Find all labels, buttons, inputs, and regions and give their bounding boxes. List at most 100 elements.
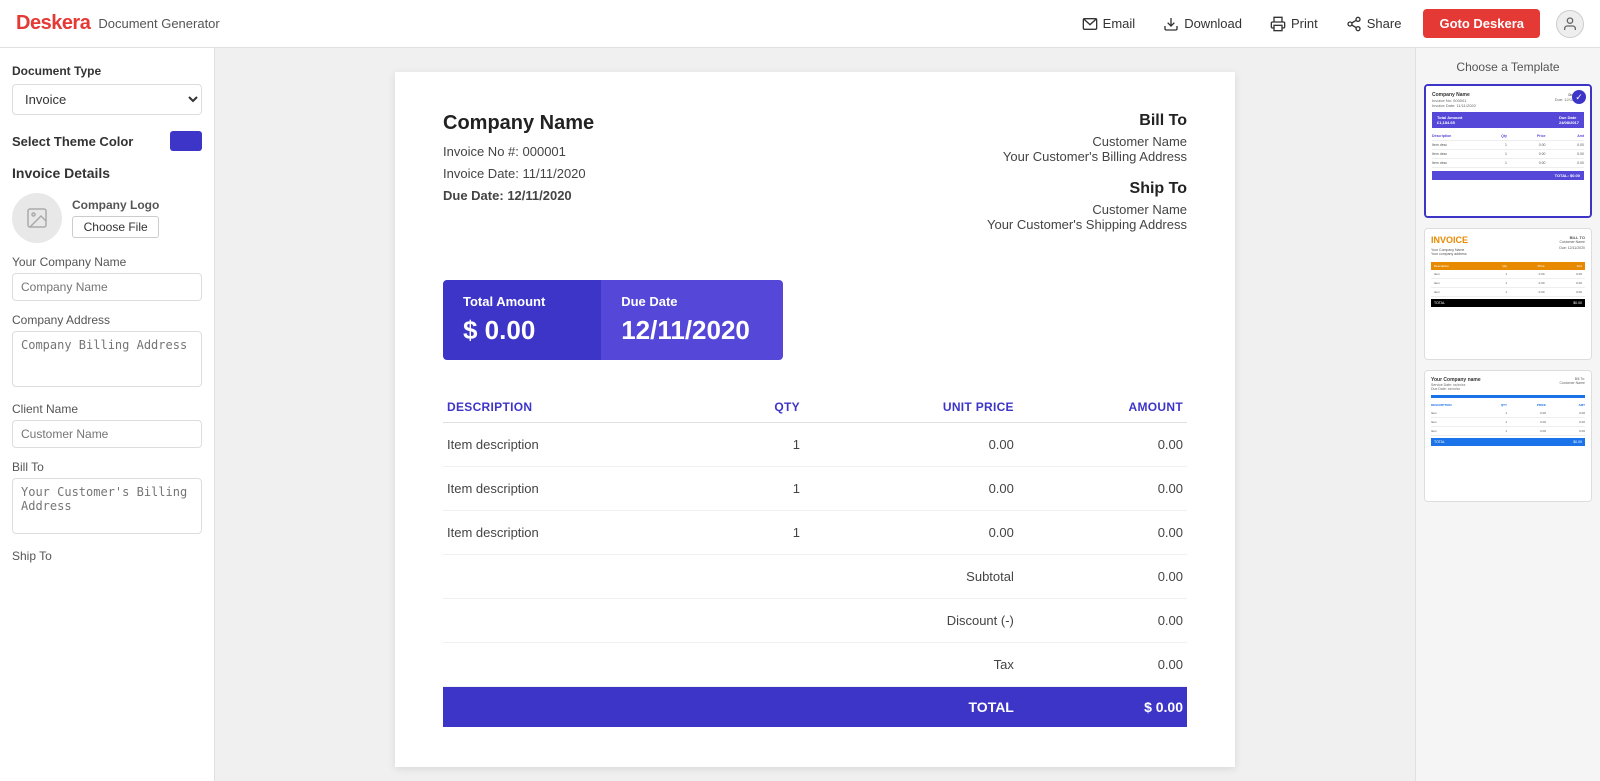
invoice-date-value: 11/11/2020 xyxy=(523,166,586,181)
company-address-group: Company Address xyxy=(12,313,202,390)
ship-to-address: Your Customer's Shipping Address xyxy=(987,217,1187,232)
ship-to-label: Ship To xyxy=(12,549,202,563)
client-name-group: Client Name xyxy=(12,402,202,448)
company-name-input[interactable] xyxy=(12,273,202,301)
table-row: Item description 1 0.00 0.00 xyxy=(443,511,1187,555)
col-qty: QTY xyxy=(713,392,804,423)
company-address-textarea[interactable] xyxy=(12,331,202,387)
share-icon xyxy=(1346,16,1362,32)
total-final-row: TOTAL $ 0.00 xyxy=(443,687,1187,728)
row1-unit-price: 0.00 xyxy=(804,423,1018,467)
choose-template-label: Choose a Template xyxy=(1424,60,1592,74)
row2-unit-price: 0.00 xyxy=(804,467,1018,511)
invoice-table: DESCRIPTION QTY UNIT PRICE AMOUNT Item d… xyxy=(443,392,1187,727)
ship-to-group: Ship To xyxy=(12,549,202,563)
selected-check-icon: ✓ xyxy=(1572,90,1586,104)
bill-to-heading: Bill To xyxy=(987,112,1187,130)
choose-file-button[interactable]: Choose File xyxy=(72,216,159,238)
email-button[interactable]: Email xyxy=(1076,12,1142,36)
banner-total-value: $ 0.00 xyxy=(463,315,581,346)
right-sidebar: Choose a Template Company Name Invoice N… xyxy=(1415,48,1600,781)
invoice-meta: Invoice No #: 000001 Invoice Date: 11/11… xyxy=(443,141,594,207)
share-button[interactable]: Share xyxy=(1340,12,1408,36)
banner-due-date: Due Date 12/11/2020 xyxy=(601,280,783,360)
tax-row: Tax 0.00 xyxy=(443,643,1187,687)
row1-description: Item description xyxy=(443,423,713,467)
invoice-top: Company Name Invoice No #: 000001 Invoic… xyxy=(443,112,1187,248)
company-name-group: Your Company Name xyxy=(12,255,202,301)
invoice-company-name: Company Name xyxy=(443,112,594,135)
email-icon xyxy=(1082,16,1098,32)
row3-unit-price: 0.00 xyxy=(804,511,1018,555)
logo-right: Company Logo Choose File xyxy=(72,198,159,238)
logo-area: Deskera Document Generator xyxy=(16,12,220,35)
logo-upload-label: Company Logo xyxy=(72,198,159,212)
bill-to-textarea[interactable] xyxy=(12,478,202,534)
row1-amount: 0.00 xyxy=(1018,423,1187,467)
invoice-due-date-line: Due Date: 12/11/2020 xyxy=(443,185,594,207)
tax-value: 0.00 xyxy=(1018,643,1187,687)
logo-circle xyxy=(12,193,62,243)
ship-to-name: Customer Name xyxy=(987,202,1187,217)
invoice-no-line: Invoice No #: 000001 xyxy=(443,141,594,163)
image-placeholder-icon xyxy=(25,206,49,230)
invoice-date-label: Invoice Date: xyxy=(443,166,519,181)
row3-description: Item description xyxy=(443,511,713,555)
download-button[interactable]: Download xyxy=(1157,12,1248,36)
banner-total-amount: Total Amount $ 0.00 xyxy=(443,280,601,360)
row1-qty: 1 xyxy=(713,423,804,467)
table-row: Item description 1 0.00 0.00 xyxy=(443,423,1187,467)
subtotal-value: 0.00 xyxy=(1018,555,1187,599)
discount-value: 0.00 xyxy=(1018,599,1187,643)
bill-to-section: Bill To Customer Name Your Customer's Bi… xyxy=(987,112,1187,164)
invoice-details-label: Invoice Details xyxy=(12,165,202,181)
client-name-input[interactable] xyxy=(12,420,202,448)
document-type-group: Document Type Invoice Quote Purchase Ord… xyxy=(12,64,202,115)
total-final-label: TOTAL xyxy=(804,687,1018,728)
bill-to-label: Bill To xyxy=(12,460,202,474)
total-final-value: $ 0.00 xyxy=(1018,687,1187,728)
invoice-preview-area: Company Name Invoice No #: 000001 Invoic… xyxy=(215,48,1415,781)
discount-row: Discount (-) 0.00 xyxy=(443,599,1187,643)
invoice-paper: Company Name Invoice No #: 000001 Invoic… xyxy=(395,72,1235,767)
subtotal-row: Subtotal 0.00 xyxy=(443,555,1187,599)
template-preview-3: Your Company name Service Date: xx/xx/xx… xyxy=(1425,371,1591,501)
download-icon xyxy=(1163,16,1179,32)
template-card-1[interactable]: Company Name Invoice No: 000001Invoice D… xyxy=(1424,84,1592,218)
user-icon xyxy=(1562,16,1578,32)
row3-qty: 1 xyxy=(713,511,804,555)
document-type-label: Document Type xyxy=(12,64,202,78)
template-card-2[interactable]: INVOICE Your Company NameYour company ad… xyxy=(1424,228,1592,360)
document-type-select[interactable]: Invoice Quote Purchase Order xyxy=(12,84,202,115)
theme-color-swatch[interactable] xyxy=(170,131,202,151)
subtotal-label: Subtotal xyxy=(804,555,1018,599)
due-date-value: 12/11/2020 xyxy=(507,188,571,203)
template-preview-1: Company Name Invoice No: 000001Invoice D… xyxy=(1426,86,1590,216)
print-button[interactable]: Print xyxy=(1264,12,1324,36)
left-sidebar: Document Type Invoice Quote Purchase Ord… xyxy=(0,48,215,781)
bill-to-address: Your Customer's Billing Address xyxy=(987,149,1187,164)
user-avatar[interactable] xyxy=(1556,10,1584,38)
client-name-label: Client Name xyxy=(12,402,202,416)
app-subtitle: Document Generator xyxy=(98,16,219,31)
bill-to-name: Customer Name xyxy=(987,134,1187,149)
header-actions: Email Download Print Share Goto Deskera xyxy=(1076,9,1584,38)
company-address-label: Company Address xyxy=(12,313,202,327)
table-header-row: DESCRIPTION QTY UNIT PRICE AMOUNT xyxy=(443,392,1187,423)
ship-to-section: Ship To Customer Name Your Customer's Sh… xyxy=(987,180,1187,232)
goto-deskera-button[interactable]: Goto Deskera xyxy=(1423,9,1540,38)
invoice-date-line: Invoice Date: 11/11/2020 xyxy=(443,163,594,185)
invoice-no-value: 000001 xyxy=(523,144,566,159)
discount-label: Discount (-) xyxy=(804,599,1018,643)
bill-to-group: Bill To xyxy=(12,460,202,537)
template-card-3[interactable]: Your Company name Service Date: xx/xx/xx… xyxy=(1424,370,1592,502)
tax-label: Tax xyxy=(804,643,1018,687)
ship-to-heading: Ship To xyxy=(987,180,1187,198)
header: Deskera Document Generator Email Downloa… xyxy=(0,0,1600,48)
banner-due-label: Due Date xyxy=(621,294,763,309)
table-row: Item description 1 0.00 0.00 xyxy=(443,467,1187,511)
main-layout: Document Type Invoice Quote Purchase Ord… xyxy=(0,48,1600,781)
banner-due-value: 12/11/2020 xyxy=(621,315,763,346)
col-unit-price: UNIT PRICE xyxy=(804,392,1018,423)
invoice-banner: Total Amount $ 0.00 Due Date 12/11/2020 xyxy=(443,280,783,360)
